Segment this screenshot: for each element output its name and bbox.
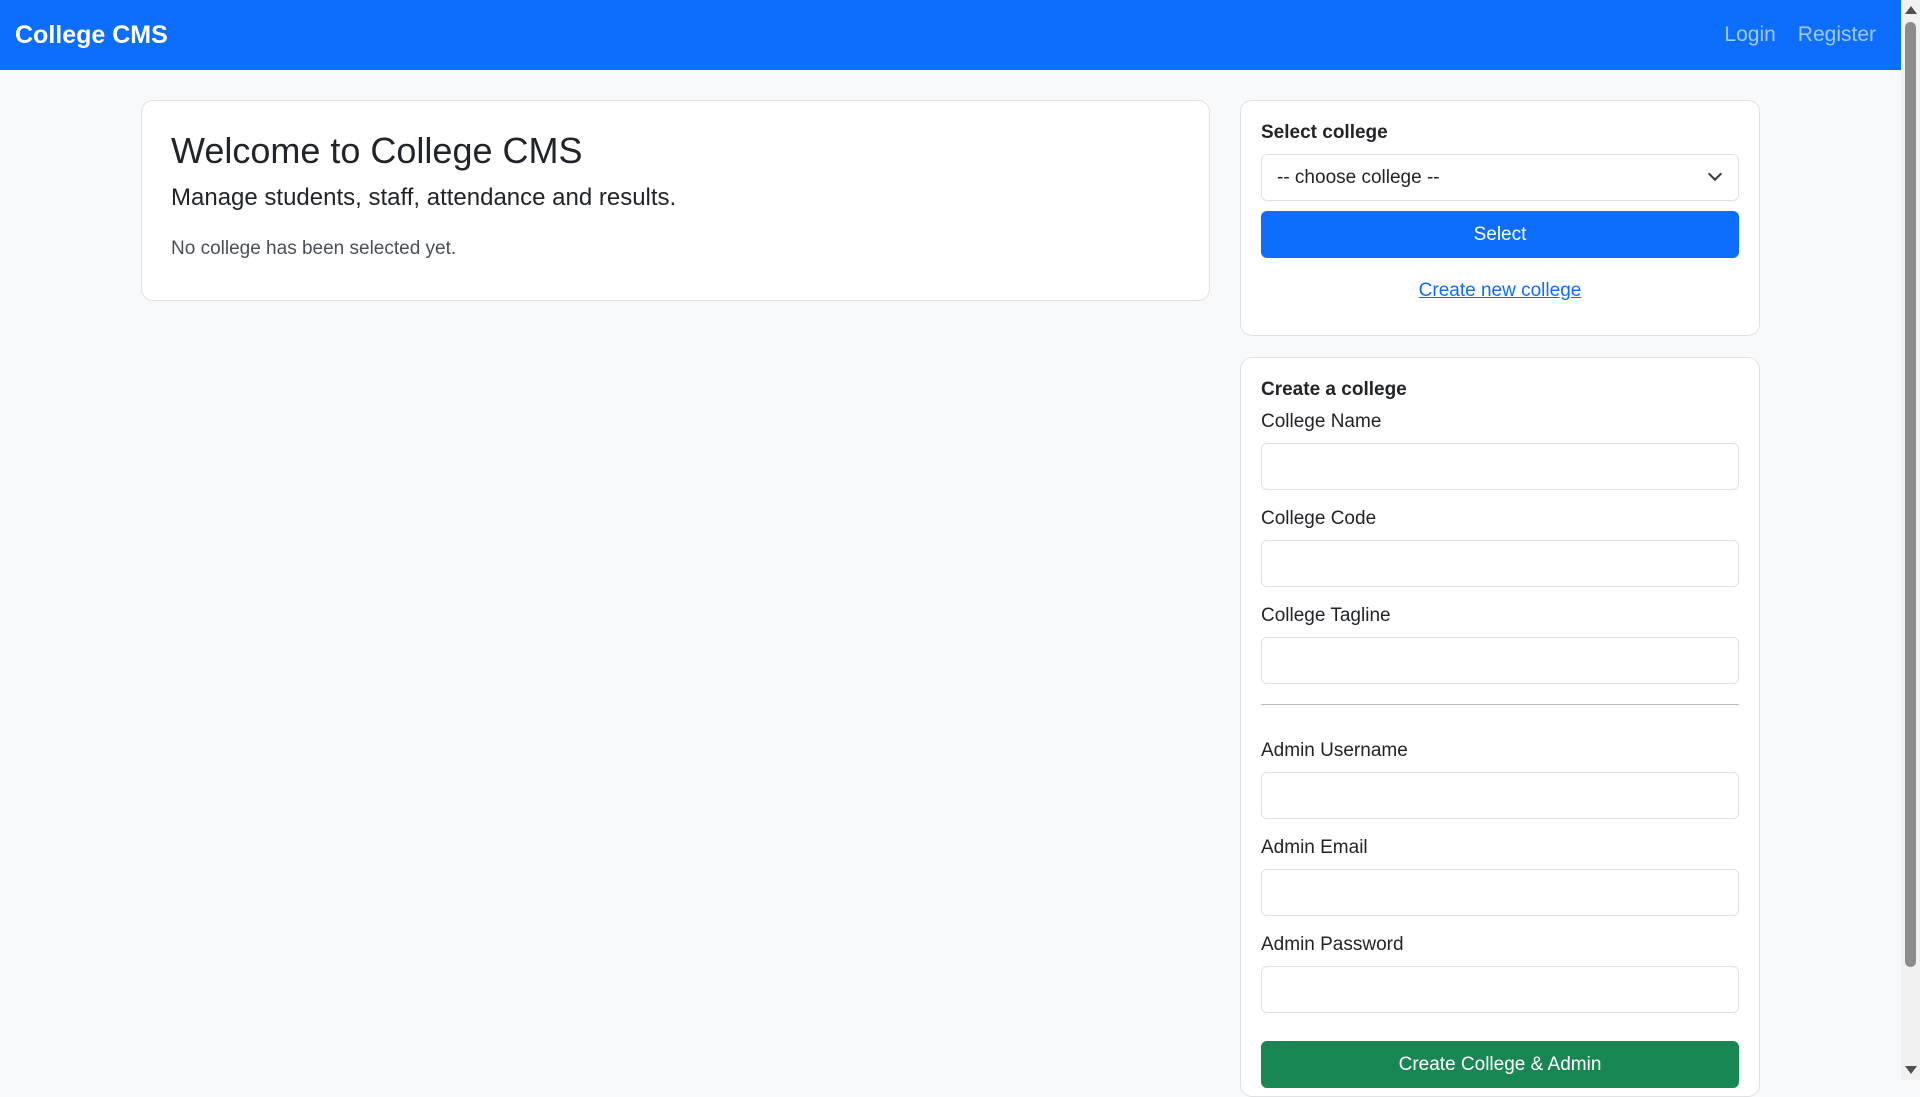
select-button[interactable]: Select [1261, 211, 1739, 258]
college-code-input[interactable] [1261, 540, 1739, 587]
vertical-scrollbar[interactable] [1901, 0, 1920, 1080]
status-text: No college has been selected yet. [171, 238, 457, 260]
admin-email-label: Admin Email [1261, 837, 1368, 858]
create-link-row: Create new college [1261, 280, 1739, 302]
create-college-admin-button[interactable]: Create College & Admin [1261, 1041, 1739, 1088]
college-name-input[interactable] [1261, 443, 1739, 490]
welcome-lead: Manage students, staff, attendance and r… [171, 184, 677, 212]
scroll-down-arrow-icon[interactable] [1905, 1066, 1917, 1074]
chevron-down-icon [1707, 166, 1723, 182]
scroll-thumb[interactable] [1905, 22, 1916, 967]
create-new-college-link[interactable]: Create new college [1419, 280, 1582, 301]
page-title: Welcome to College CMS [171, 130, 583, 171]
college-tagline-input[interactable] [1261, 637, 1739, 684]
admin-password-label: Admin Password [1261, 934, 1404, 955]
admin-password-input[interactable] [1261, 966, 1739, 1013]
form-divider [1261, 704, 1739, 705]
create-college-heading: Create a college [1261, 379, 1407, 400]
top-navbar: College CMS Login Register [0, 0, 1901, 70]
admin-username-input[interactable] [1261, 772, 1739, 819]
create-college-card: Create a college College Name College Co… [1240, 357, 1760, 1097]
register-link[interactable]: Register [1798, 23, 1876, 47]
scroll-up-arrow-icon[interactable] [1905, 6, 1917, 14]
select-college-card: Select college -- choose college -- Sele… [1240, 100, 1760, 336]
brand-link[interactable]: College CMS [15, 21, 168, 50]
college-tagline-label: College Tagline [1261, 605, 1391, 626]
nav-links: Login Register [1724, 23, 1886, 47]
admin-username-label: Admin Username [1261, 740, 1408, 761]
college-select[interactable]: -- choose college -- [1261, 154, 1739, 201]
college-code-label: College Code [1261, 508, 1377, 529]
login-link[interactable]: Login [1724, 23, 1775, 47]
college-select-value: -- choose college -- [1277, 166, 1440, 188]
select-college-heading: Select college [1261, 122, 1388, 143]
welcome-card: Welcome to College CMS Manage students, … [141, 100, 1210, 301]
college-name-label: College Name [1261, 411, 1382, 432]
admin-email-input[interactable] [1261, 869, 1739, 916]
